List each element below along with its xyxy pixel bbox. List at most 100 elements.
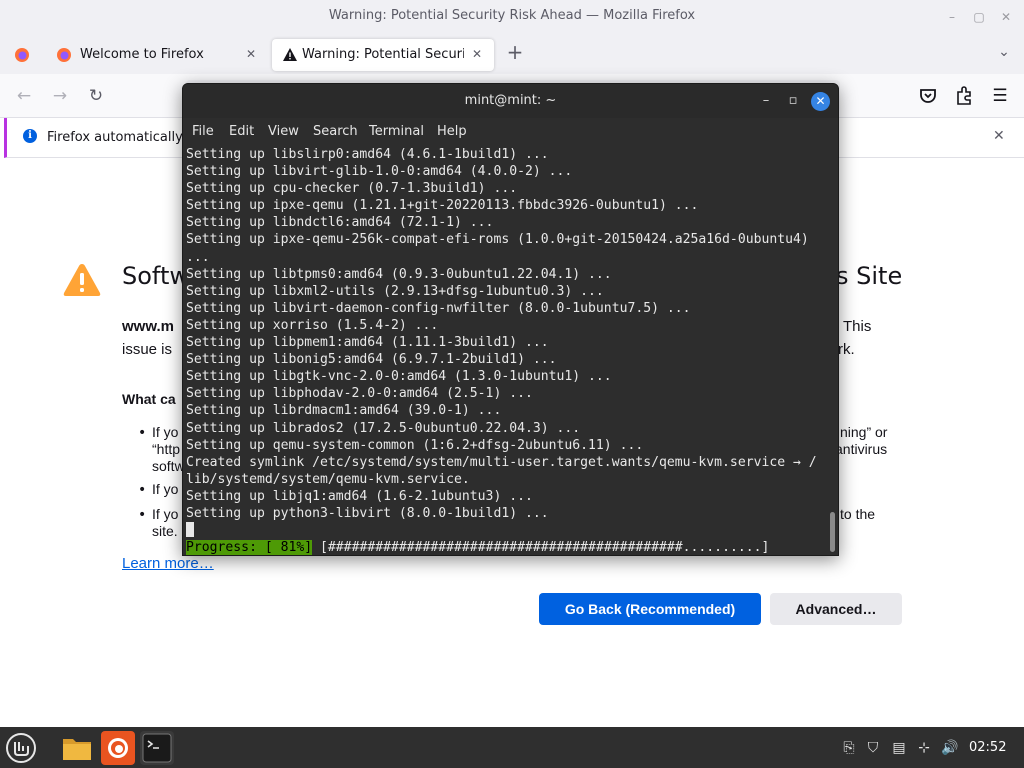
advanced-button[interactable]: Advanced… (770, 593, 902, 625)
terminal-output[interactable]: Setting up libslirp0:amd64 (4.6.1-1build… (183, 146, 831, 556)
forward-icon[interactable]: → (48, 84, 72, 108)
menu-view[interactable]: View (268, 124, 299, 139)
terminal-line: Setting up libonig5:amd64 (6.9.7.1-2buil… (186, 352, 557, 368)
terminal-line: Setting up libphodav-2.0-0:amd64 (2.5-1)… (186, 386, 533, 402)
shield-icon[interactable]: ⛉ (864, 739, 882, 757)
para-text-end: rk. (838, 341, 855, 358)
back-icon[interactable]: ← (12, 84, 36, 108)
maximize-icon[interactable]: ▢ (971, 9, 987, 25)
update-manager-icon[interactable]: ▤ (890, 739, 908, 757)
maximize-icon[interactable]: ▫ (785, 93, 801, 109)
page-heading: Softw (122, 262, 189, 290)
para-domain-text: www.m (122, 318, 174, 335)
terminal-line: Setting up librdmacm1:amd64 (39.0-1) ... (186, 403, 502, 419)
terminal-cursor (186, 522, 194, 538)
terminal-line: Setting up cpu-checker (0.7-1.3build1) .… (186, 181, 518, 197)
close-notification-icon[interactable]: ✕ (993, 128, 1005, 144)
window-title: Warning: Potential Security Risk Ahead —… (328, 8, 696, 23)
terminal-line: Setting up libtpms0:amd64 (0.9.3-0ubuntu… (186, 266, 612, 282)
notification-text: Firefox automatically s (47, 130, 194, 145)
terminal-title: mint@mint: ~ (464, 93, 557, 108)
menu-edit[interactable]: Edit (229, 124, 254, 139)
progress-label: Progress: [ 81%] (186, 540, 313, 556)
bullet-text: If yo (152, 481, 179, 497)
terminal-menubar: File Edit View Search Terminal Help (183, 118, 838, 146)
learn-more-link[interactable]: Learn more… (122, 555, 214, 572)
tab-label: Warning: Potential Security Risk Ahead (302, 47, 464, 62)
menu-terminal[interactable]: Terminal (369, 124, 424, 139)
clipboard-icon[interactable]: ⎘ (840, 739, 858, 757)
clock[interactable]: 02:52 (969, 740, 1006, 755)
reload-icon[interactable]: ↻ (84, 84, 108, 108)
terminal-taskbar-icon[interactable] (140, 731, 174, 765)
terminal-titlebar[interactable]: mint@mint: ~ – ▫ ✕ (183, 84, 838, 118)
firefox-titlebar: Warning: Potential Security Risk Ahead —… (0, 0, 1024, 36)
bullet-text: site. (152, 523, 178, 539)
menu-file[interactable]: File (192, 124, 214, 139)
terminal-line: Created symlink /etc/systemd/system/mult… (186, 454, 817, 470)
tab-bar: Welcome to Firefox ✕ Warning: Potential … (0, 36, 1024, 74)
close-icon[interactable]: ✕ (811, 92, 830, 111)
extensions-icon[interactable] (952, 84, 976, 108)
minimize-icon[interactable]: – (944, 9, 960, 25)
bullet-text: softw (152, 458, 185, 474)
bullet-text: If yo (152, 424, 179, 440)
terminal-line: Setting up qemu-system-common (1:6.2+dfs… (186, 437, 644, 453)
terminal-scrollbar[interactable] (830, 512, 835, 552)
terminal-line: Setting up python3-libvirt (8.0.0-1build… (186, 505, 549, 521)
terminal-line: Setting up ipxe-qemu-256k-compat-efi-rom… (186, 232, 809, 248)
info-icon: i (23, 129, 37, 143)
terminal-line: ... (186, 249, 210, 265)
terminal-line: Setting up libgtk-vnc-2.0-0:amd64 (1.3.0… (186, 369, 612, 385)
bullet-text: If yo (152, 506, 179, 522)
tab-security-warning[interactable]: Warning: Potential Security Risk Ahead ✕ (272, 39, 494, 71)
bullet-marker: • (138, 482, 147, 498)
chevron-down-icon[interactable]: ⌄ (992, 40, 1016, 64)
terminal-line: lib/systemd/system/qemu-kvm.service. (186, 471, 470, 487)
bullet-text-end: antivirus (835, 441, 888, 457)
progress-bar-text: [#######################################… (320, 540, 770, 556)
terminal-line: Setting up xorriso (1.5.4-2) ... (186, 317, 439, 333)
what-can-you-do-heading: What ca (122, 391, 176, 407)
close-tab-icon[interactable]: ✕ (242, 45, 260, 63)
firefox-icon (15, 48, 29, 62)
terminal-line: Setting up libslirp0:amd64 (4.6.1-1build… (186, 147, 549, 162)
terminal-line: Setting up librados2 (17.2.5-0ubuntu0.22… (186, 420, 581, 436)
firefox-taskbar-icon[interactable] (101, 731, 135, 765)
progress-row: Progress: [ 81%] [######################… (186, 539, 831, 556)
taskbar: ⎘ ⛉ ▤ ⊹ 🔊 02:52 (0, 727, 1024, 768)
network-icon[interactable]: ⊹ (915, 739, 933, 757)
terminal-line: Setting up ipxe-qemu (1.21.1+git-2022011… (186, 198, 699, 214)
menu-search[interactable]: Search (313, 124, 358, 139)
bullet-text-end: to the (840, 506, 876, 522)
close-icon[interactable]: ✕ (998, 9, 1014, 25)
terminal-line: Setting up libpmem1:amd64 (1.11.1-3build… (186, 335, 549, 351)
bullet-marker: • (138, 425, 147, 441)
terminal-line: Setting up libndctl6:amd64 (72.1-1) ... (186, 215, 494, 231)
bullet-text: “http (152, 441, 181, 457)
minimize-icon[interactable]: – (758, 93, 774, 109)
menu-help[interactable]: Help (437, 124, 467, 139)
firefox-view-button[interactable] (4, 39, 40, 71)
volume-icon[interactable]: 🔊 (941, 739, 959, 757)
pocket-icon[interactable] (916, 84, 940, 108)
para-text-end: This (843, 318, 872, 335)
terminal-prompt-line (186, 522, 831, 539)
mint-menu-icon[interactable] (4, 731, 38, 765)
page-heading-end: s Site (836, 262, 903, 290)
tab-welcome[interactable]: Welcome to Firefox ✕ (46, 39, 268, 71)
terminal-window[interactable]: mint@mint: ~ – ▫ ✕ File Edit View Search… (182, 83, 839, 556)
warning-icon (283, 48, 297, 61)
new-tab-icon[interactable]: + (503, 40, 527, 64)
go-back-button[interactable]: Go Back (Recommended) (539, 593, 761, 625)
firefox-icon (57, 48, 71, 62)
terminal-line: Setting up libvirt-glib-1.0-0:amd64 (4.0… (186, 164, 573, 180)
bullet-marker: • (138, 507, 147, 523)
hamburger-menu-icon[interactable]: ☰ (988, 84, 1012, 108)
para-text: issue is (122, 341, 173, 358)
bullet-text-end: ning” or (840, 424, 888, 440)
files-folder-icon[interactable] (60, 731, 94, 765)
close-tab-icon[interactable]: ✕ (468, 45, 486, 63)
terminal-line: Setting up libxml2-utils (2.9.13+dfsg-1u… (186, 283, 604, 299)
terminal-line: Setting up libjq1:amd64 (1.6-2.1ubuntu3)… (186, 488, 533, 504)
